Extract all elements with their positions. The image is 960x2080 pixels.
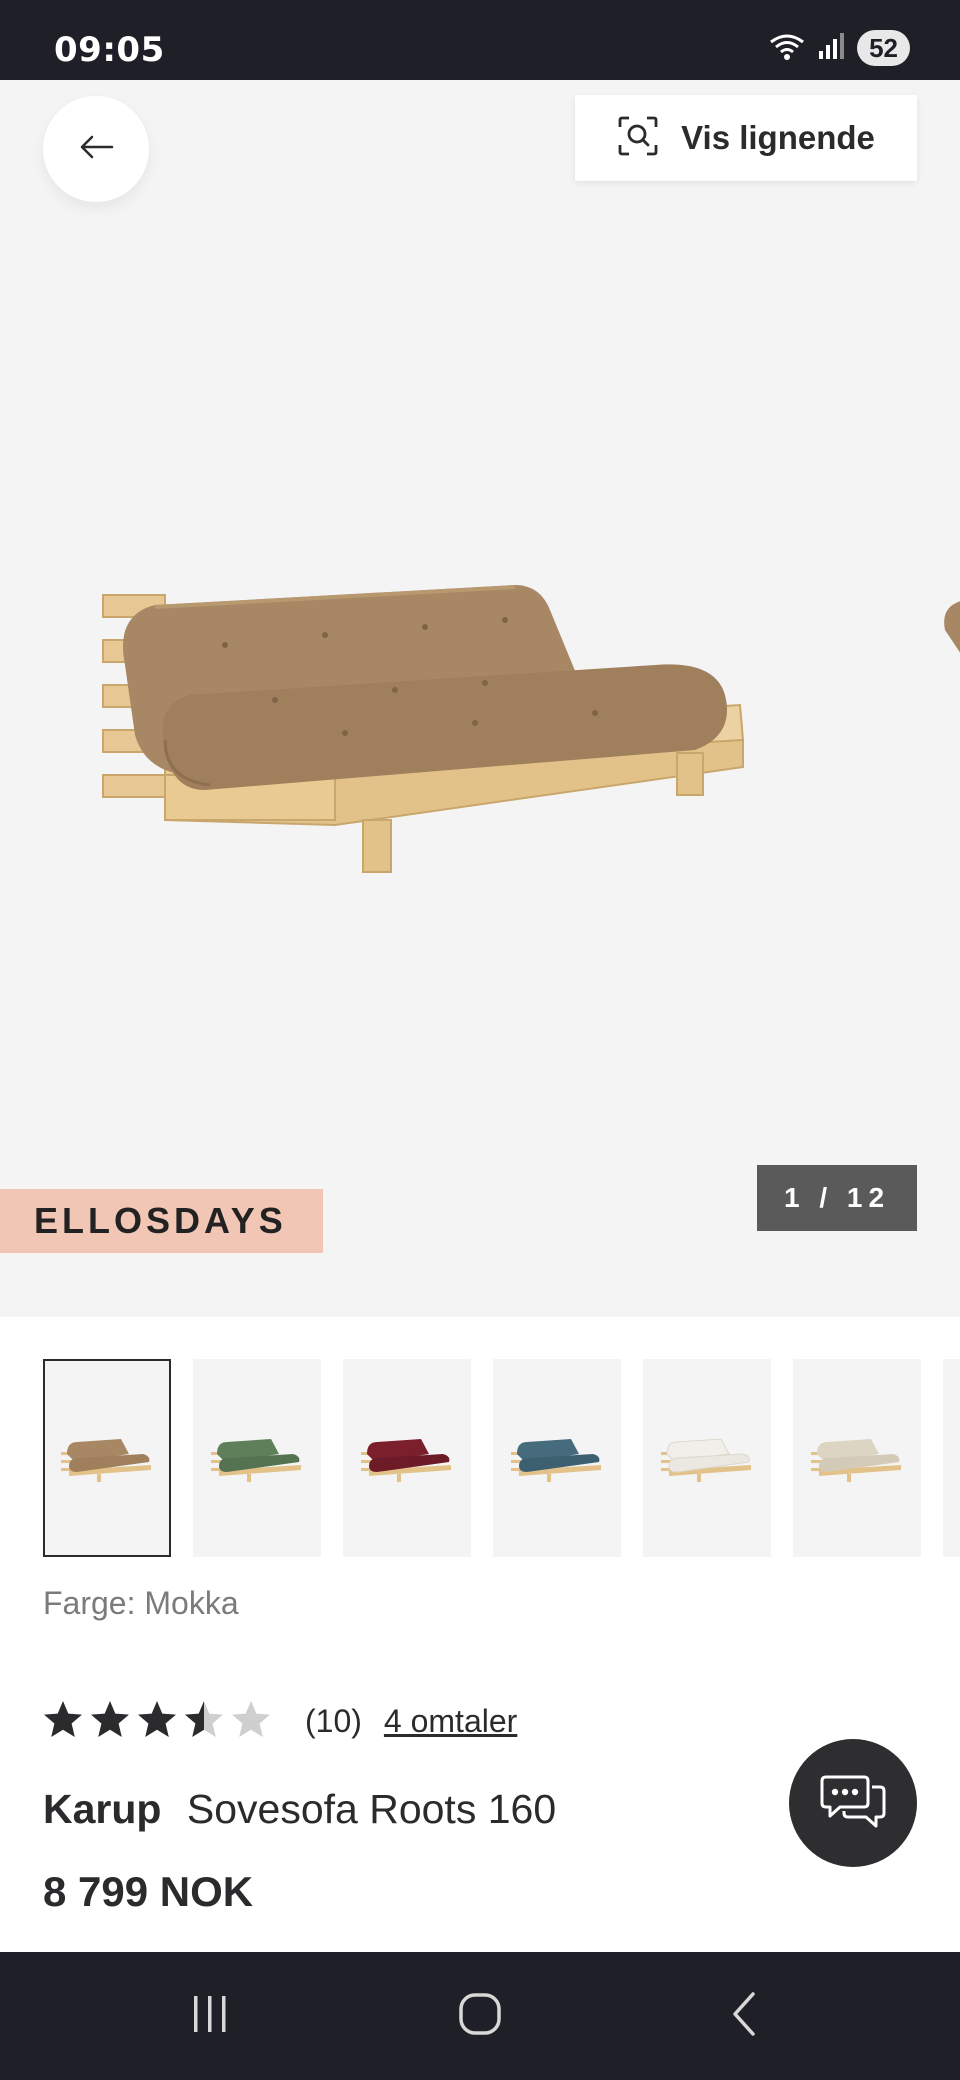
sofa-thumbnail-image xyxy=(211,1439,301,1482)
system-back-button[interactable] xyxy=(705,1988,785,2044)
show-similar-button[interactable]: Vis lignende xyxy=(575,95,917,181)
next-image-preview xyxy=(935,600,960,665)
status-time: 09:05 xyxy=(54,30,165,70)
wifi-icon xyxy=(767,30,807,67)
thumbnail-mokka[interactable] xyxy=(43,1359,171,1557)
system-navigation-bar xyxy=(0,1952,960,2080)
status-icons: 52 xyxy=(767,28,910,68)
product-image-gallery[interactable]: Vis lignende ELLOSDAYS 1 / 12 xyxy=(0,80,960,1317)
sofa-thumbnail-image xyxy=(61,1439,151,1482)
product-price: 8 799 NOK xyxy=(43,1868,254,1915)
thumbnail-green[interactable] xyxy=(193,1359,321,1557)
product-rating: (10) 4 omtaler xyxy=(43,1696,517,1746)
home-icon xyxy=(456,1990,504,2043)
rating-count: (10) xyxy=(305,1702,362,1739)
status-bar: 09:05 52 xyxy=(0,0,960,80)
reviews-link[interactable]: 4 omtaler xyxy=(384,1703,517,1740)
battery-indicator: 52 xyxy=(857,30,910,66)
promo-badge-label: ELLOSDAYS xyxy=(34,1200,287,1241)
sofa-thumbnail-image xyxy=(811,1439,901,1482)
recent-apps-icon xyxy=(188,1992,232,2041)
product-brand: Karup xyxy=(43,1786,162,1832)
sofa-thumbnail-image xyxy=(511,1439,601,1482)
visual-search-icon xyxy=(617,115,659,162)
arrow-left-icon xyxy=(76,132,116,167)
signal-icon xyxy=(817,31,847,66)
product-name: Sovesofa Roots 160 xyxy=(186,1786,557,1832)
thumbnail-partial[interactable] xyxy=(943,1359,960,1557)
chat-bubbles-icon xyxy=(820,1771,886,1836)
sofa-thumbnail-image xyxy=(361,1439,451,1482)
thumbnail-beige[interactable] xyxy=(793,1359,921,1557)
back-button[interactable] xyxy=(43,96,149,202)
product-title: Karup Sovesofa Roots 160 xyxy=(43,1786,556,1833)
home-button[interactable] xyxy=(440,1988,520,2044)
color-variant-thumbnails[interactable] xyxy=(43,1359,960,1557)
selected-color-label: Farge: Mokka xyxy=(43,1585,239,1621)
product-image xyxy=(95,535,755,980)
chat-button[interactable] xyxy=(789,1739,917,1867)
promo-badge: ELLOSDAYS xyxy=(0,1189,323,1253)
thumbnail-blue[interactable] xyxy=(493,1359,621,1557)
sofa-thumbnail-image xyxy=(661,1438,751,1482)
thumbnail-burgundy[interactable] xyxy=(343,1359,471,1557)
show-similar-label: Vis lignende xyxy=(681,119,875,156)
thumbnail-white[interactable] xyxy=(643,1359,771,1557)
back-chevron-icon xyxy=(725,1990,765,2043)
image-counter: 1 / 12 xyxy=(757,1165,917,1231)
star-rating-icon xyxy=(43,1697,283,1746)
recent-apps-button[interactable] xyxy=(170,1988,250,2044)
